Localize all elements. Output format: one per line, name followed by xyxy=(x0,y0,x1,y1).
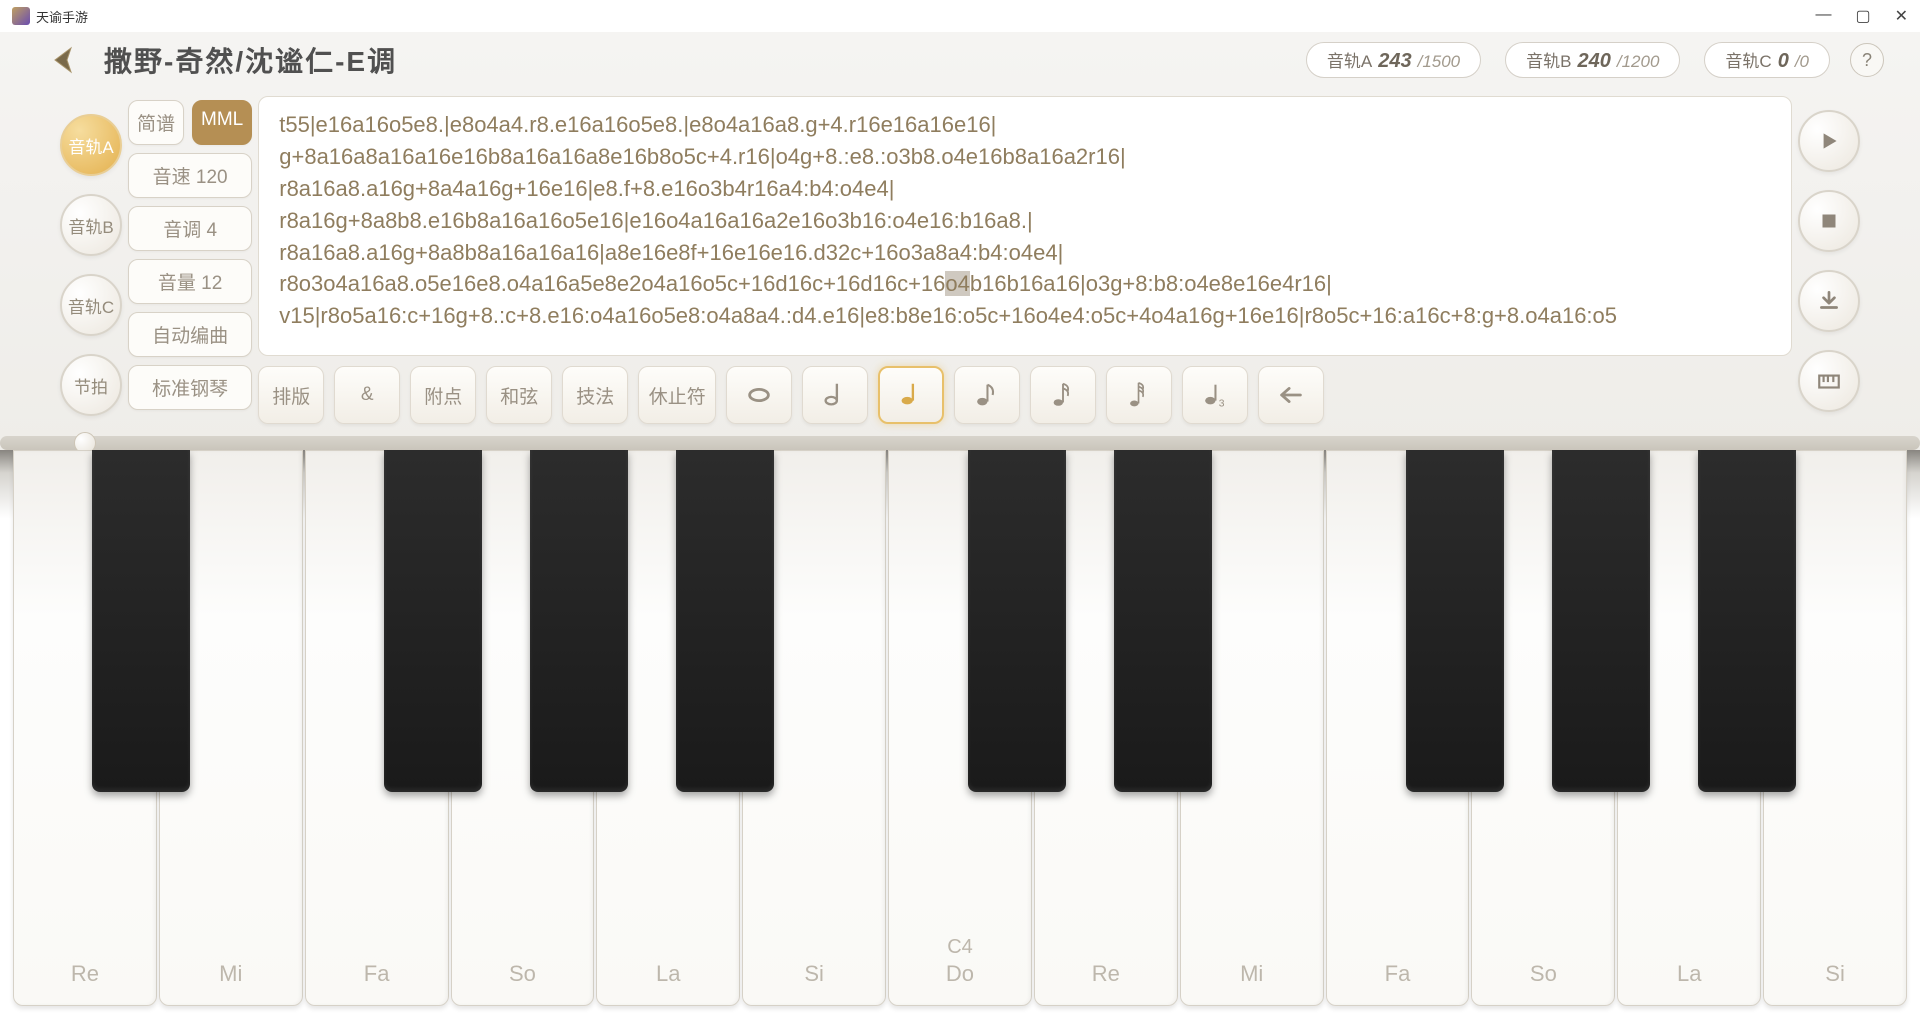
header: 撒野-奇然/沈谧仁-E调 音轨A 243/1500 音轨B 240/1200 音… xyxy=(0,32,1920,88)
song-title: 撒野-奇然/沈谧仁-E调 xyxy=(104,40,1286,80)
piano-keyboard: ReMiFaSoLaSiDoC4ReMiFaSoLaSi xyxy=(0,450,1920,1020)
app-icon xyxy=(12,7,30,25)
download-button[interactable] xyxy=(1798,270,1860,332)
black-key[interactable] xyxy=(676,450,775,792)
track-label: 音轨A xyxy=(1327,47,1372,72)
notation-jianpu-button[interactable]: 简谱 xyxy=(128,100,184,145)
svg-text:3: 3 xyxy=(1219,398,1225,409)
auto-compose-button[interactable]: 自动编曲 xyxy=(128,312,252,357)
key-label: Re xyxy=(1035,961,1177,987)
maximize-icon[interactable]: ▢ xyxy=(1855,6,1870,26)
key-label: Do xyxy=(889,961,1031,987)
sixteenth-note-icon[interactable] xyxy=(1030,366,1096,424)
track-count: 0 xyxy=(1778,50,1789,73)
half-note-icon[interactable] xyxy=(802,366,868,424)
tab-tempo[interactable]: 节拍 xyxy=(60,354,122,416)
black-key[interactable] xyxy=(1114,450,1213,792)
key-label: Fa xyxy=(1327,961,1469,987)
track-label: 音轨B xyxy=(1526,47,1571,72)
key-label: So xyxy=(452,961,594,987)
black-key[interactable] xyxy=(92,450,191,792)
tab-track-a[interactable]: 音轨A xyxy=(60,114,122,176)
parameter-panel: 简谱 MML 音速 120 音调 4 音量 12 自动编曲 标准钢琴 xyxy=(128,96,252,424)
black-key[interactable] xyxy=(384,450,483,792)
window-title: 天谕手游 xyxy=(36,7,88,26)
black-key[interactable] xyxy=(530,450,629,792)
thirtysecond-note-icon[interactable] xyxy=(1106,366,1172,424)
tempo-button[interactable]: 音速 120 xyxy=(128,153,252,198)
notation-mml-button[interactable]: MML xyxy=(192,100,252,145)
playback-controls xyxy=(1798,96,1860,424)
track-count: 240 xyxy=(1577,50,1610,73)
dot-button[interactable]: 附点 xyxy=(410,366,476,424)
track-max: /0 xyxy=(1795,52,1809,72)
track-label: 音轨C xyxy=(1725,47,1771,72)
track-count: 243 xyxy=(1378,50,1411,73)
track-max: /1500 xyxy=(1418,52,1461,72)
play-button[interactable] xyxy=(1798,110,1860,172)
black-key[interactable] xyxy=(1406,450,1505,792)
volume-button[interactable]: 音量 12 xyxy=(128,259,252,304)
backspace-button[interactable] xyxy=(1258,366,1324,424)
c4-label: C4 xyxy=(889,936,1031,959)
black-key[interactable] xyxy=(968,450,1067,792)
track-pill-c[interactable]: 音轨C 0/0 xyxy=(1704,42,1830,78)
black-key[interactable] xyxy=(1552,450,1651,792)
key-label: La xyxy=(597,961,739,987)
note-toolbar: 排版 & 附点 和弦 技法 休止符 3 xyxy=(258,366,1792,424)
window-titlebar: 天谕手游 — ▢ ✕ xyxy=(0,0,1920,32)
back-button[interactable] xyxy=(46,41,84,79)
pitch-button[interactable]: 音调 4 xyxy=(128,206,252,251)
track-pill-b[interactable]: 音轨B 240/1200 xyxy=(1505,42,1680,78)
whole-note-icon[interactable] xyxy=(726,366,792,424)
tab-track-c[interactable]: 音轨C xyxy=(60,274,122,336)
quarter-note-icon[interactable] xyxy=(878,366,944,424)
key-label: Mi xyxy=(160,961,302,987)
eighth-note-icon[interactable] xyxy=(954,366,1020,424)
instrument-button[interactable]: 标准钢琴 xyxy=(128,365,252,410)
rest-button[interactable]: 休止符 xyxy=(638,366,716,424)
key-label: Fa xyxy=(306,961,448,987)
mml-editor[interactable]: t55|e16a16o5e8.|e8o4a4.r8.e16a16o5e8.|e8… xyxy=(258,96,1792,356)
key-label: Si xyxy=(743,961,885,987)
black-key[interactable] xyxy=(1698,450,1797,792)
stop-button[interactable] xyxy=(1798,190,1860,252)
close-icon[interactable]: ✕ xyxy=(1895,6,1908,26)
key-label: Re xyxy=(14,961,156,987)
technique-button[interactable]: 技法 xyxy=(562,366,628,424)
side-tabs: 音轨A 音轨B 音轨C 节拍 xyxy=(60,96,122,424)
tab-track-b[interactable]: 音轨B xyxy=(60,194,122,256)
layout-button[interactable]: 排版 xyxy=(258,366,324,424)
keyboard-toggle-button[interactable] xyxy=(1798,350,1860,412)
track-max: /1200 xyxy=(1617,52,1660,72)
key-label: Mi xyxy=(1181,961,1323,987)
progress-bar[interactable] xyxy=(0,436,1920,450)
key-label: Si xyxy=(1764,961,1906,987)
triplet-note-icon[interactable]: 3 xyxy=(1182,366,1248,424)
ampersand-button[interactable]: & xyxy=(334,366,400,424)
key-label: So xyxy=(1472,961,1614,987)
key-label: La xyxy=(1618,961,1760,987)
minimize-icon[interactable]: — xyxy=(1815,6,1831,26)
track-pill-a[interactable]: 音轨A 243/1500 xyxy=(1306,42,1481,78)
help-button[interactable]: ? xyxy=(1850,43,1884,77)
chord-button[interactable]: 和弦 xyxy=(486,366,552,424)
